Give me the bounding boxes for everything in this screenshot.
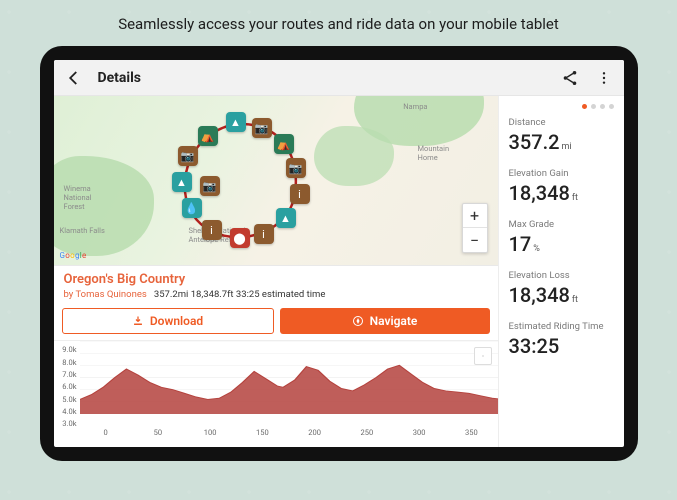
stats-panel: Distance 357.2mi Elevation Gain 18,348ft… <box>498 96 624 447</box>
route-author[interactable]: Tomas Quinones <box>75 289 146 300</box>
warning-pin[interactable]: ⬤ <box>230 228 250 248</box>
camp-pin[interactable]: ⛺ <box>198 126 218 146</box>
photo-pin[interactable]: 📷 <box>286 158 306 178</box>
stat-elevation-loss: Elevation Loss 18,348ft <box>509 270 614 307</box>
info-pin[interactable]: i <box>202 220 222 240</box>
route-map[interactable]: Nampa Winema National Forest Klamath Fal… <box>54 96 498 266</box>
info-pin[interactable]: i <box>254 224 274 244</box>
page-title: Details <box>98 70 546 86</box>
route-title: Oregon's Big Country <box>64 272 488 287</box>
download-button[interactable]: Download <box>62 308 274 334</box>
stat-max-grade: Max Grade 17% <box>509 219 614 256</box>
compass-icon <box>352 315 364 327</box>
zoom-in-button[interactable]: + <box>463 204 487 228</box>
google-attribution: Google <box>60 251 87 260</box>
chart-y-axis: 9.0k8.0k7.0k6.0k5.0k4.0k3.0k <box>54 341 80 442</box>
stat-elevation-gain: Elevation Gain 18,348ft <box>509 168 614 205</box>
poi-pin[interactable]: ▲ <box>276 208 296 228</box>
download-icon <box>132 315 144 327</box>
share-button[interactable] <box>560 68 580 88</box>
zoom-control: + − <box>462 203 488 253</box>
photo-pin[interactable]: 📷 <box>252 118 272 138</box>
overflow-menu-button[interactable] <box>594 68 614 88</box>
route-summary-line: by Tomas Quinones 357.2mi 18,348.7ft 33:… <box>64 289 488 300</box>
water-pin[interactable]: 💧 <box>182 198 202 218</box>
chart-x-axis: 050100150200250300350 <box>80 428 498 442</box>
marketing-tagline: Seamlessly access your routes and ride d… <box>0 0 677 46</box>
map-label: Klamath Falls <box>60 226 105 235</box>
pagination-dots[interactable] <box>509 104 614 109</box>
zoom-out-button[interactable]: − <box>463 228 487 252</box>
map-label: Nampa <box>403 102 427 111</box>
poi-pin[interactable]: ▲ <box>226 112 246 132</box>
photo-pin[interactable]: 📷 <box>178 146 198 166</box>
tablet-frame: Details Nampa Winema National Forest Kla… <box>40 46 638 461</box>
app-bar: Details <box>54 60 624 96</box>
map-label: Mountain Home <box>418 144 468 162</box>
back-button[interactable] <box>64 68 84 88</box>
navigate-button[interactable]: Navigate <box>280 308 490 334</box>
elevation-area <box>80 341 498 414</box>
app-screen: Details Nampa Winema National Forest Kla… <box>54 60 624 447</box>
camp-pin[interactable]: ⛺ <box>274 134 294 154</box>
map-label: Winema National Forest <box>64 184 114 211</box>
elevation-chart: 9.0k8.0k7.0k6.0k5.0k4.0k3.0k 05010015020… <box>54 340 498 442</box>
info-pin[interactable]: i <box>290 184 310 204</box>
route-header: Oregon's Big Country by Tomas Quinones 3… <box>54 266 498 304</box>
photo-pin[interactable]: 📷 <box>200 176 220 196</box>
stat-riding-time: Estimated Riding Time 33:25 <box>509 321 614 358</box>
stat-distance: Distance 357.2mi <box>509 117 614 154</box>
poi-pin[interactable]: ▲ <box>172 172 192 192</box>
expand-chart-button[interactable] <box>474 347 492 365</box>
